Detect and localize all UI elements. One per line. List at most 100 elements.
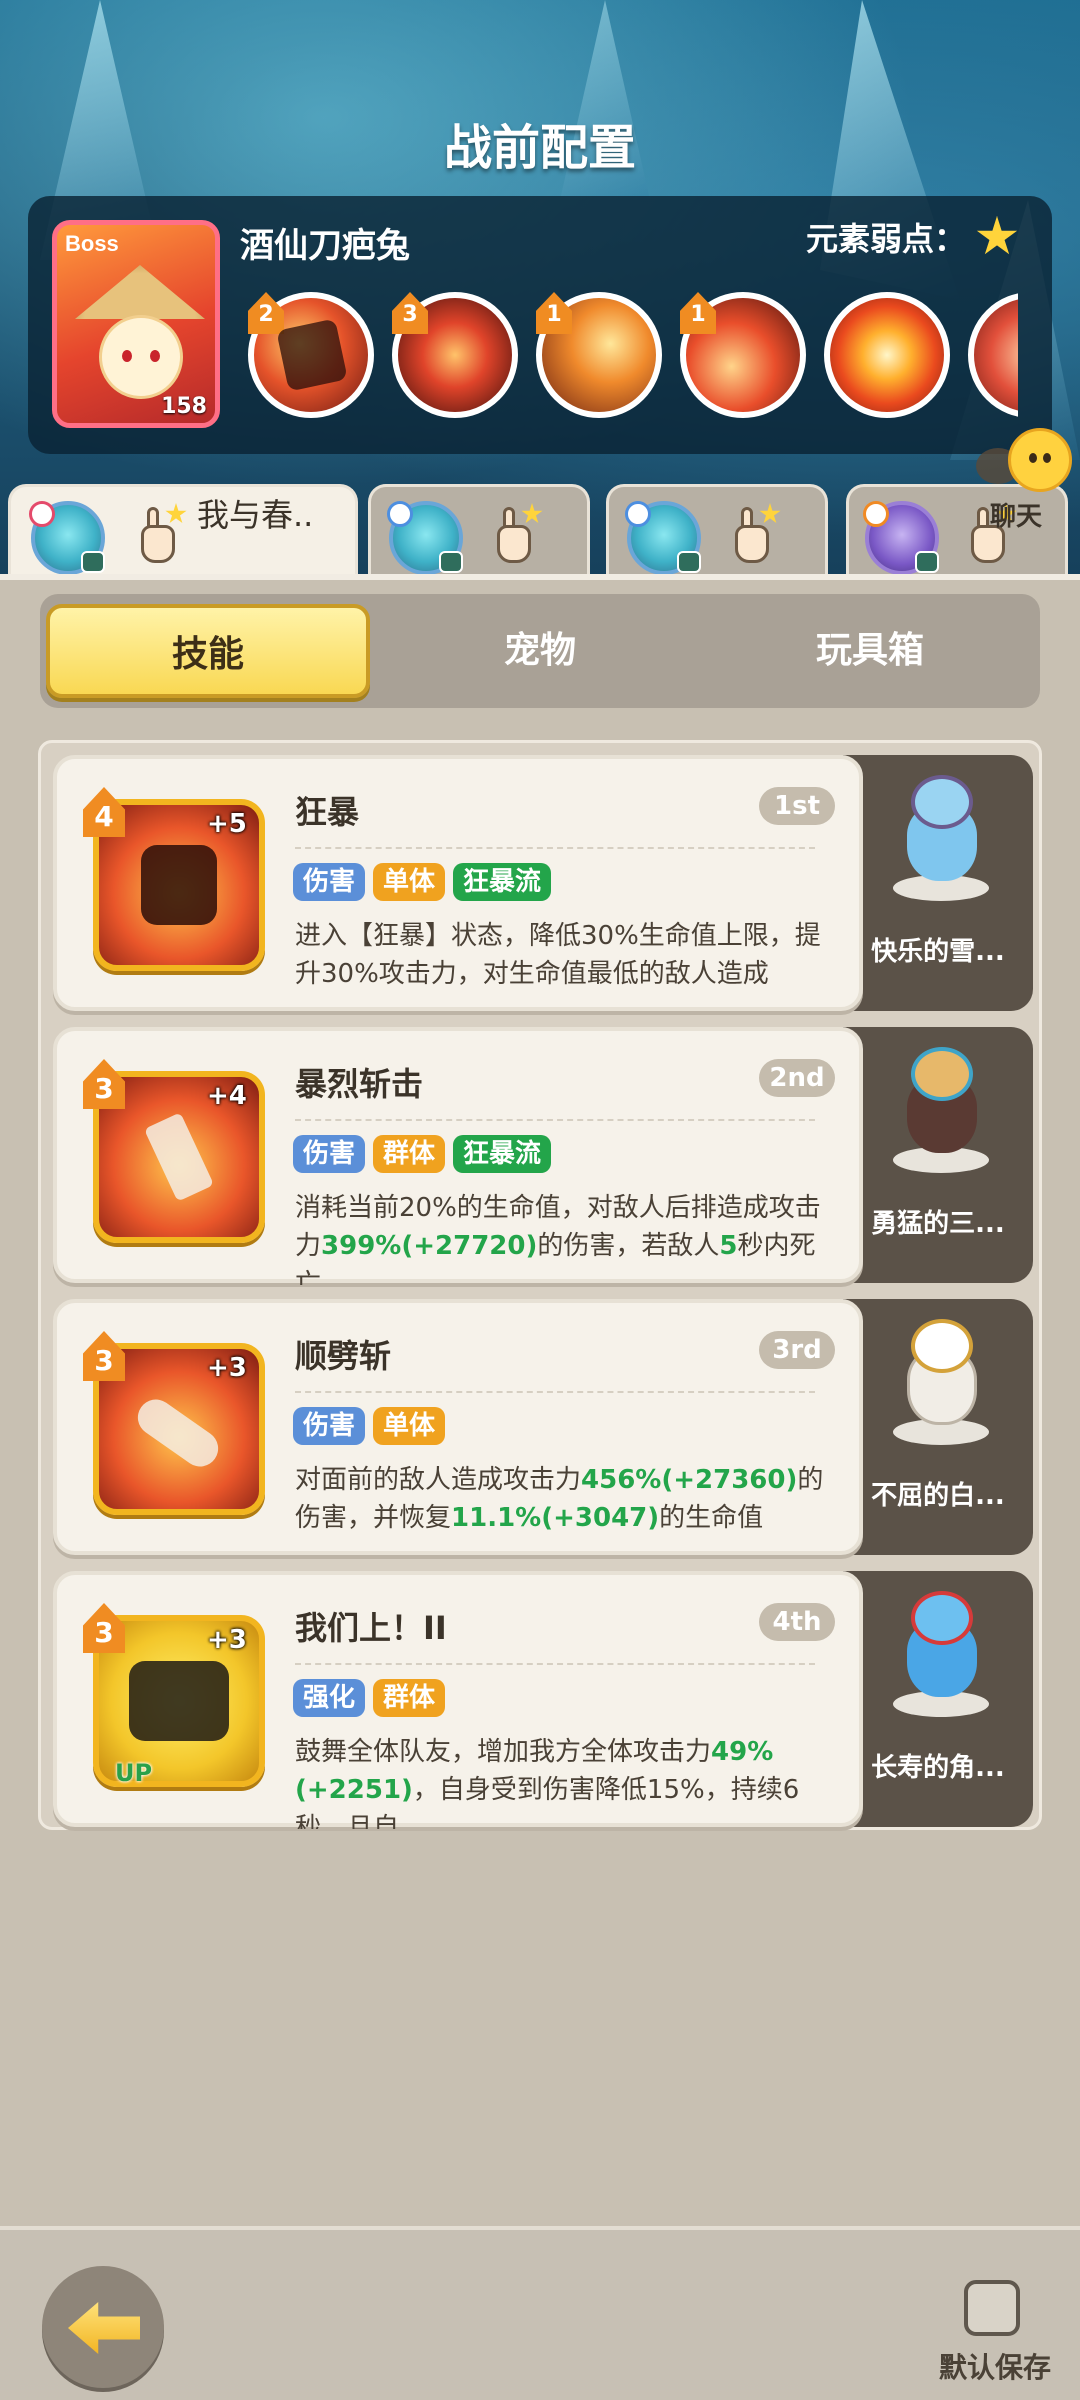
tab-pets[interactable]: 宠物	[378, 604, 702, 698]
boss-tag: Boss	[65, 231, 119, 256]
chat-button[interactable]	[976, 428, 1072, 492]
skill-tags: 伤害 群体 狂暴流	[293, 1135, 552, 1173]
default-save-toggle[interactable]: 默认保存	[930, 2280, 1060, 2390]
skill-card[interactable]: 4 +5 狂暴 1st 伤害 单体 狂暴流 进入【狂暴】状态，降低30%生命值上…	[53, 755, 863, 1013]
chat-label[interactable]: 聊天	[990, 496, 1042, 533]
boss-skill-icon[interactable]: 1	[536, 292, 662, 418]
boss-skill-icon[interactable]: 2	[248, 292, 374, 418]
skill-description: 进入【狂暴】状态，降低30%生命值上限，提升30%攻击力，对生命值最低的敌人造成…	[295, 917, 845, 1013]
skill-plus-level: +3	[207, 1625, 247, 1655]
team-tab-3[interactable]	[606, 484, 828, 576]
team-avatar	[29, 501, 105, 575]
divider	[295, 847, 815, 849]
tag-damage: 伤害	[293, 1135, 366, 1173]
desc-text: 的生命值	[659, 1503, 764, 1533]
back-button[interactable]	[42, 2266, 164, 2388]
element-badge-icon	[863, 501, 889, 527]
skill-list: 快乐的雪... 4 +5 狂暴 1st 伤害 单体 狂暴流 进入【狂暴】状态，降…	[38, 740, 1042, 1830]
skill-cost-badge: 4	[83, 787, 125, 837]
star-element-icon[interactable]	[976, 216, 1018, 255]
boss-skill-icon[interactable]: 3	[392, 292, 518, 418]
desc-ellipsis: …	[295, 997, 321, 1013]
desc-value: 399%(+27720)	[321, 1231, 538, 1261]
config-segment-control: 技能 宠物 玩具箱	[40, 594, 1040, 708]
upgrade-tag: UP	[115, 1759, 153, 1787]
skill-order-badge: 4th	[759, 1603, 835, 1641]
skill-description: 消耗当前20%的生命值，对敌人后排造成攻击力399%(+27720)的伤害，若敌…	[295, 1189, 845, 1285]
divider	[295, 1119, 815, 1121]
skill-name: 暴烈斩击	[295, 1065, 424, 1103]
skill-row[interactable]: 快乐的雪... 4 +5 狂暴 1st 伤害 单体 狂暴流 进入【狂暴】状态，降…	[53, 755, 1033, 1013]
skill-description: 对面前的敌人造成攻击力456%(+27360)的伤害，并恢复11.1%(+304…	[295, 1461, 845, 1557]
back-arrow-icon	[68, 2302, 140, 2354]
team-tab-2[interactable]	[368, 484, 590, 576]
skill-tags: 伤害 单体 狂暴流	[293, 863, 552, 901]
tap-hand-icon	[725, 503, 781, 565]
page-title: 战前配置	[443, 120, 636, 176]
skill-order-badge: 2nd	[759, 1059, 835, 1097]
team-tabs: 我与春..	[0, 484, 1080, 576]
team-avatar	[625, 501, 701, 575]
skill-name: 我们上！II	[295, 1609, 447, 1647]
boss-info-panel: Boss 158 酒仙刀疤兔 元素弱点： 2 3 1 1	[28, 196, 1052, 454]
skill-cost-badge: 3	[83, 1331, 125, 1381]
tag-style: 狂暴流	[453, 1135, 552, 1173]
skill-tags: 强化 群体	[293, 1679, 446, 1717]
boss-portrait[interactable]: Boss 158	[52, 220, 220, 428]
desc-text: 的伤害，若敌人	[537, 1231, 720, 1261]
tag-style: 狂暴流	[453, 863, 552, 901]
skill-cost-badge: 3	[392, 292, 428, 334]
controller-icon	[677, 551, 701, 573]
skill-card[interactable]: 3 +3 顺劈斩 3rd 伤害 单体 对面前的敌人造成攻击力456%(+2736…	[53, 1299, 863, 1555]
boss-level: 158	[161, 394, 207, 419]
boss-skill-icon[interactable]	[824, 292, 950, 418]
desc-text: 鼓舞全体队友，增加我方全体攻击力	[295, 1737, 712, 1767]
element-weakness: 元素弱点：	[806, 214, 1018, 260]
desc-value: 456%(+27360)	[581, 1465, 798, 1495]
tab-skills[interactable]: 技能	[46, 604, 370, 698]
team-avatar	[387, 501, 463, 575]
skill-cost-badge: 3	[83, 1603, 125, 1653]
tab-toybox[interactable]: 玩具箱	[708, 604, 1032, 698]
pet-name: 快乐的雪...	[871, 937, 1005, 967]
skill-card[interactable]: 3 +4 暴烈斩击 2nd 伤害 群体 狂暴流 消耗当前20%的生命值，对敌人后…	[53, 1027, 863, 1285]
skill-order-badge: 3rd	[759, 1331, 835, 1369]
heart-badge-icon	[29, 501, 55, 527]
tag-buff: 强化	[293, 1679, 366, 1717]
skill-plus-level: +3	[207, 1353, 247, 1383]
tag-target: 群体	[373, 1135, 446, 1173]
skill-cost-badge: 1	[680, 292, 716, 334]
desc-text: 进入【狂暴】状态，降低30%生命值上限，提升30%攻击力，对生命值最低的敌人造成	[295, 921, 821, 989]
controller-icon	[439, 551, 463, 573]
skill-row[interactable]: 勇猛的三... 3 +4 暴烈斩击 2nd 伤害 群体 狂暴流 消耗当前20%的…	[53, 1027, 1033, 1285]
pet-slot[interactable]: 长寿的角...	[843, 1571, 1033, 1827]
default-save-checkbox[interactable]	[964, 2280, 1020, 2336]
pet-slot[interactable]: 不屈的白...	[843, 1299, 1033, 1555]
desc-value: 5	[719, 1231, 738, 1261]
pet-figure	[885, 775, 997, 905]
element-badge-icon	[387, 501, 413, 527]
skill-glyph	[276, 318, 348, 392]
pet-slot[interactable]: 快乐的雪...	[843, 755, 1033, 1011]
desc-text: 对面前的敌人造成攻击力	[295, 1465, 582, 1495]
team-avatar	[863, 501, 939, 575]
boss-face-art	[99, 315, 183, 399]
skill-row[interactable]: 不屈的白... 3 +3 顺劈斩 3rd 伤害 单体 对面前的敌人造成攻击力45…	[53, 1299, 1033, 1555]
boss-name: 酒仙刀疤兔	[240, 226, 410, 266]
bottom-bar: 默认保存	[0, 2226, 1080, 2400]
desc-value: 11.1%(+3047)	[451, 1503, 660, 1533]
tag-target: 单体	[373, 863, 446, 901]
pet-slot[interactable]: 勇猛的三...	[843, 1027, 1033, 1283]
skill-card[interactable]: 3 +3 UP 我们上！II 4th 强化 群体 鼓舞全体队友，增加我方全体攻击…	[53, 1571, 863, 1829]
boss-skill-icon[interactable]	[968, 292, 1018, 418]
skill-row[interactable]: 长寿的角... 3 +3 UP 我们上！II 4th 强化 群体 鼓舞全体队友，…	[53, 1571, 1033, 1829]
pet-name: 不屈的白...	[871, 1481, 1005, 1511]
skill-cost-badge: 2	[248, 292, 284, 334]
tap-hand-icon	[487, 503, 543, 565]
boss-skill-list: 2 3 1 1	[248, 292, 1018, 432]
skill-order-badge: 1st	[759, 787, 835, 825]
skill-plus-level: +4	[207, 1081, 247, 1111]
boss-skill-icon[interactable]: 1	[680, 292, 806, 418]
skill-plus-level: +5	[207, 809, 247, 839]
team-tab-1[interactable]: 我与春..	[8, 484, 358, 576]
